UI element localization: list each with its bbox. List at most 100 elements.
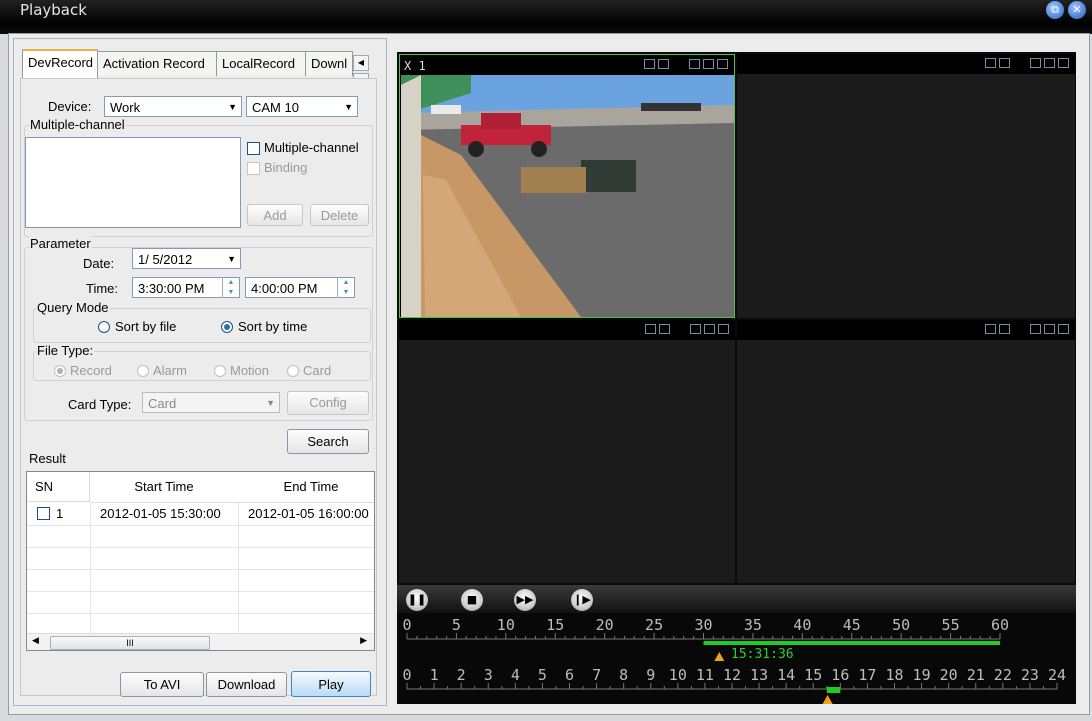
device-select[interactable]: Work ▼ [104,96,242,117]
spin-down-icon[interactable]: ▼ [223,288,239,298]
hour-tick-label: 5 [538,666,547,684]
minute-tick-label: 25 [645,616,663,634]
camera-select-value: CAM 10 [252,100,299,115]
spin-down-icon[interactable]: ▼ [338,288,354,298]
tab-download[interactable]: Downl [305,51,353,76]
video-pane-3[interactable] [399,320,735,583]
hour-cursor-marker [822,695,833,704]
camera-select[interactable]: CAM 10 ▼ [246,96,358,117]
tab-devrecord[interactable]: DevRecord [22,49,98,78]
hour-tick-label: 19 [913,666,931,684]
scroll-thumb[interactable]: III [50,636,210,650]
card-type-label: Card Type: [68,397,132,412]
step-frame-icon[interactable]: ❙▶ [571,589,593,611]
spin-up-icon[interactable]: ▲ [223,278,239,288]
spin-up-icon[interactable]: ▲ [338,278,354,288]
split-icon[interactable] [985,58,996,68]
table-row[interactable]: 1 2012-01-05 15:30:00 2012-01-05 16:00:0… [27,503,374,525]
hour-tick-label: 17 [858,666,876,684]
record-radio[interactable] [54,365,66,377]
scroll-left-icon[interactable]: ◀ [32,635,39,646]
query-mode-label: Query Mode [36,300,110,315]
video-pane-1[interactable]: X 1 [399,54,735,318]
column-header-start-time[interactable]: Start Time [90,472,239,503]
delete-button[interactable]: Delete [310,204,369,226]
split-icon[interactable] [645,324,656,334]
speaker-icon[interactable] [1044,58,1055,68]
tab-scroll-arrows[interactable]: ◀▶ [353,53,385,89]
playback-controls: ❚❚ ■ ▶▶ ❙▶ [397,585,1076,613]
start-time-field[interactable]: 3:30:00 PM ▲ ▼ [132,277,240,298]
speaker-icon[interactable] [1044,324,1055,334]
to-avi-button[interactable]: To AVI [120,672,204,697]
card-radio[interactable] [287,365,299,377]
grid-icon[interactable] [999,58,1010,68]
parameter-group-label: Parameter [29,236,92,251]
capture-icon[interactable] [690,324,701,334]
start-time-spinner[interactable]: ▲ ▼ [222,278,239,298]
stop-icon[interactable]: ■ [461,589,483,611]
column-header-sn[interactable]: SN [27,472,90,502]
grid-icon[interactable] [659,324,670,334]
cursor-time: 15:31:36 [731,647,794,662]
hour-tick-label: 21 [967,666,985,684]
speaker-icon[interactable] [703,59,714,69]
row-sn: 1 [56,506,64,521]
end-time-spinner[interactable]: ▲ ▼ [337,278,354,298]
motion-radio[interactable] [214,365,226,377]
column-header-end-time[interactable]: End Time [238,472,374,503]
horizontal-scrollbar[interactable]: ◀ III ▶ [27,633,374,650]
fast-forward-icon[interactable]: ▶▶ [514,589,536,611]
pane-icons [985,58,1069,70]
video-pane-toolbar [737,54,1075,74]
close-icon[interactable] [1058,324,1069,334]
timeline[interactable]: 0 5 10 15 20 25 30 35 40 45 50 55 60 0 1 2 3 4 5 6 7 8 9 10 11 12… [397,613,1076,704]
channel-list[interactable] [25,137,241,228]
add-button[interactable]: Add [247,204,303,226]
tab-left-arrow-icon[interactable]: ◀ [353,55,369,71]
speaker-icon[interactable] [704,324,715,334]
tab-activation-record[interactable]: Activation Record [97,51,221,76]
card-type-select[interactable]: Card ▼ [142,392,280,413]
hour-tick-label: 15 [804,666,822,684]
video-pane-2[interactable] [737,54,1075,318]
hour-tick-label: 24 [1048,666,1066,684]
search-button[interactable]: Search [287,429,369,454]
download-button[interactable]: Download [206,672,287,697]
grid-icon[interactable] [658,59,669,69]
restore-icon[interactable]: ⧉ [1046,1,1064,19]
sort-by-time-radio[interactable] [221,321,233,333]
binding-checkbox-label: Binding [264,160,308,175]
result-table: SN Start Time End Time 1 2012-01-05 15:3… [26,471,375,651]
hour-tick-label: 22 [994,666,1012,684]
split-icon[interactable] [985,324,996,334]
config-button[interactable]: Config [287,391,369,415]
row-checkbox[interactable] [37,507,50,520]
binding-checkbox[interactable] [247,162,260,175]
grid-icon[interactable] [999,324,1010,334]
split-icon[interactable] [644,59,655,69]
camera-video-frame [401,75,734,317]
chevron-down-icon: ▼ [266,398,275,408]
close-icon[interactable] [718,324,729,334]
pane-icons [644,59,728,71]
hour-tick-label: 18 [885,666,903,684]
tab-localrecord[interactable]: LocalRecord [216,51,311,76]
video-pane-4[interactable] [737,320,1075,583]
multiple-channel-checkbox[interactable] [247,142,260,155]
play-button[interactable]: Play [291,671,371,697]
capture-icon[interactable] [1030,324,1041,334]
capture-icon[interactable] [1030,58,1041,68]
close-icon[interactable]: ✕ [1068,1,1086,19]
pause-icon[interactable]: ❚❚ [406,589,428,611]
alarm-radio[interactable] [137,365,149,377]
scroll-right-icon[interactable]: ▶ [360,635,367,646]
date-picker[interactable]: 1/ 5/2012 ▼ [132,248,241,269]
row-start-time: 2012-01-05 15:30:00 [100,506,221,521]
close-icon[interactable] [1058,58,1069,68]
close-icon[interactable] [717,59,728,69]
hour-tick-label: 2 [457,666,466,684]
end-time-field[interactable]: 4:00:00 PM ▲ ▼ [245,277,355,298]
capture-icon[interactable] [689,59,700,69]
sort-by-file-radio[interactable] [98,321,110,333]
